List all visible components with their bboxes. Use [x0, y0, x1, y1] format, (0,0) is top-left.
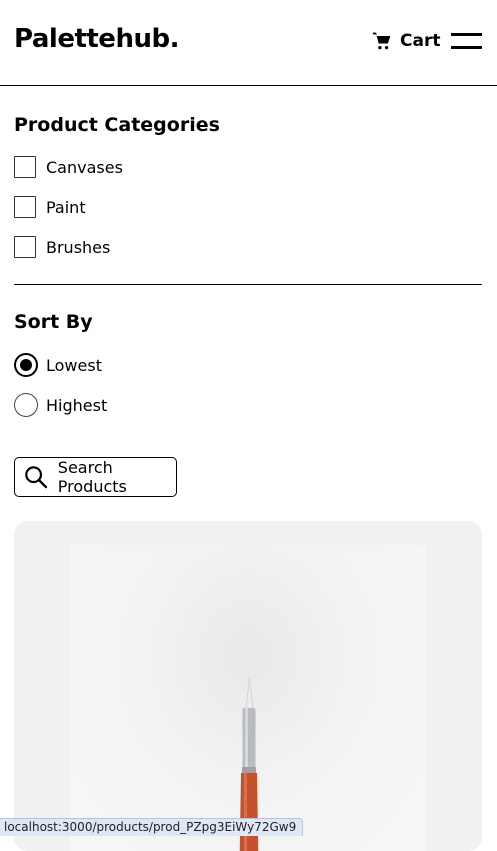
categories-title: Product Categories: [14, 114, 220, 136]
sort-option-highest[interactable]: Highest: [14, 393, 107, 417]
sort-option-lowest[interactable]: Lowest: [14, 353, 102, 377]
status-bar-url: localhost:3000/products/prod_PZpg3EiWy72…: [0, 818, 304, 836]
cart-icon: [372, 32, 391, 50]
category-label: Paint: [46, 197, 86, 217]
site-header: Palettehub. Cart: [0, 0, 497, 86]
category-checkbox-brushes[interactable]: Brushes: [14, 236, 110, 258]
section-divider: [14, 284, 482, 285]
site-logo[interactable]: Palettehub.: [14, 24, 179, 54]
checkbox[interactable]: [14, 236, 36, 258]
cart-label: Cart: [400, 31, 441, 51]
paintbrush-image: [239, 676, 259, 851]
category-checkbox-canvases[interactable]: Canvases: [14, 156, 123, 178]
sort-label: Highest: [46, 395, 108, 415]
product-image[interactable]: [70, 545, 426, 851]
sort-title: Sort By: [14, 311, 93, 333]
menu-icon[interactable]: [451, 33, 482, 49]
product-card[interactable]: [14, 521, 482, 851]
checkbox[interactable]: [14, 156, 36, 178]
radio-button[interactable]: [14, 393, 38, 417]
category-label: Brushes: [46, 237, 111, 257]
radio-button[interactable]: [14, 353, 38, 377]
search-icon: [25, 466, 48, 489]
checkbox[interactable]: [14, 196, 36, 218]
cart-button[interactable]: Cart: [372, 31, 440, 51]
sort-label: Lowest: [46, 355, 102, 375]
category-checkbox-paint[interactable]: Paint: [14, 196, 86, 218]
search-label: Search Products: [57, 458, 127, 496]
category-label: Canvases: [46, 157, 123, 177]
search-products-button[interactable]: Search Products: [14, 457, 177, 497]
